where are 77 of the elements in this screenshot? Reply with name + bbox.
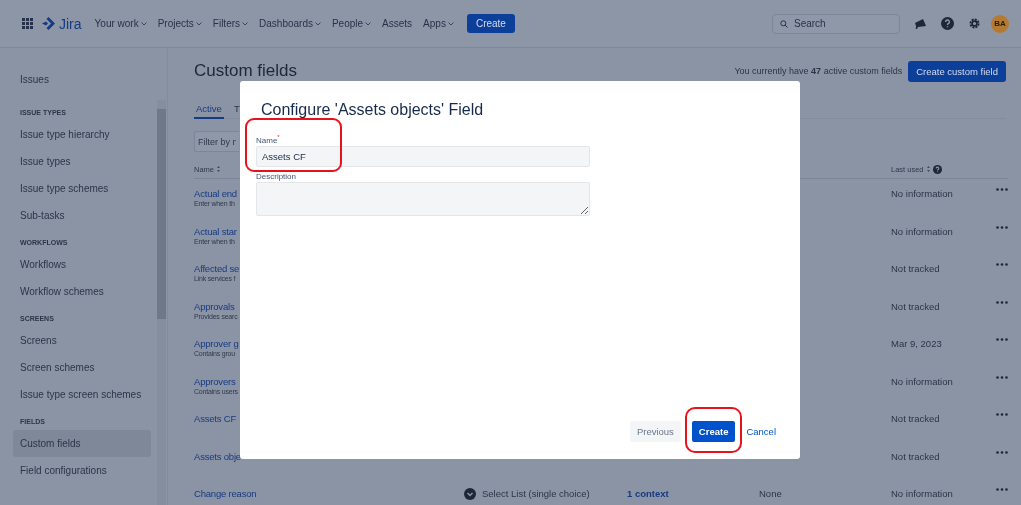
more-actions-icon[interactable]: [996, 375, 1008, 379]
field-name-link[interactable]: Approvals: [194, 300, 235, 312]
contexts-link[interactable]: 1 context: [627, 488, 669, 499]
last-used-cell: No information: [891, 488, 953, 499]
previous-button[interactable]: Previous: [629, 421, 681, 442]
sidebar-item[interactable]: Screen schemes: [13, 354, 151, 381]
sort-icon[interactable]: [926, 166, 930, 172]
last-used-cell: Not tracked: [891, 413, 940, 424]
last-used-cell: Not tracked: [891, 300, 940, 312]
field-name-link[interactable]: Approver g: [194, 338, 239, 349]
field-name-link[interactable]: Affected se: [194, 263, 240, 274]
search-field[interactable]: Search: [772, 13, 900, 34]
sidebar-item[interactable]: Issue type schemes: [13, 175, 151, 202]
field-label: Description: [256, 171, 297, 181]
more-actions-icon[interactable]: [996, 225, 1008, 229]
cancel-link[interactable]: Cancel: [746, 421, 776, 442]
create-custom-field-button[interactable]: Create custom field: [908, 60, 1006, 82]
sidebar-title: Issues: [19, 73, 50, 87]
search-icon: [780, 19, 788, 28]
field-type: Select List (single choice): [482, 488, 590, 499]
nav-menu[interactable]: People: [331, 18, 372, 29]
field-name-link[interactable]: Actual end: [194, 188, 237, 199]
last-used-cell: No information: [891, 225, 953, 237]
sidebar-item[interactable]: Custom fields: [13, 430, 151, 457]
more-actions-icon[interactable]: [996, 300, 1008, 304]
nav-menu[interactable]: Your work: [94, 18, 147, 29]
field-name-link[interactable]: Assets obje: [194, 450, 241, 462]
nav-menu[interactable]: Apps: [423, 18, 454, 29]
user-avatar[interactable]: BA: [991, 14, 1009, 33]
name-field[interactable]: Assets CF: [256, 145, 590, 167]
sidebar-item[interactable]: Field configurations: [13, 457, 151, 484]
last-used-cell: Mar 9, 2023: [891, 338, 942, 349]
nav-menu[interactable]: Assets: [382, 18, 413, 29]
help-icon[interactable]: [941, 17, 954, 30]
page-title: Custom fields: [194, 61, 298, 81]
description-field[interactable]: [256, 181, 590, 216]
sort-icon[interactable]: [217, 166, 220, 172]
sidebar-item[interactable]: Screens: [13, 327, 151, 354]
screens-cell: None: [759, 488, 782, 499]
scrollbar[interactable]: [157, 100, 166, 505]
sidebar-item[interactable]: Sub-tasks: [13, 202, 151, 229]
help-icon[interactable]: [932, 164, 942, 174]
tab[interactable]: Active: [194, 100, 224, 119]
field-name-link[interactable]: Assets CF: [194, 413, 236, 424]
chevron-circle-icon: [464, 488, 476, 500]
sidebar-item[interactable]: Workflows: [13, 251, 151, 278]
sidebar-item[interactable]: Issue type hierarchy: [13, 121, 151, 148]
last-used-cell: No information: [891, 188, 953, 199]
sidebar-item[interactable]: Workflow schemes: [13, 278, 151, 305]
field-name-link[interactable]: Actual star: [194, 225, 237, 237]
last-used-cell: Not tracked: [891, 450, 940, 462]
tab[interactable]: T: [231, 100, 242, 119]
more-actions-icon[interactable]: [996, 338, 1008, 341]
nav-menu[interactable]: Dashboards: [259, 18, 321, 29]
sidebar-item[interactable]: Issue types: [13, 148, 151, 175]
more-actions-icon[interactable]: [996, 413, 1008, 416]
settings-icon[interactable]: [968, 17, 981, 30]
sidebar-item[interactable]: Issue type screen schemes: [13, 381, 151, 408]
nav-menu[interactable]: Projects: [157, 18, 202, 29]
field-name-link[interactable]: Approvers: [194, 375, 236, 387]
dialog-title: Configure 'Assets objects' Field: [261, 101, 485, 119]
more-actions-icon[interactable]: [996, 263, 1008, 266]
more-actions-icon[interactable]: [996, 450, 1008, 454]
product-name[interactable]: Jira: [59, 15, 82, 32]
last-used-cell: Not tracked: [891, 263, 940, 274]
last-used-cell: No information: [891, 375, 953, 387]
more-actions-icon[interactable]: [996, 488, 1008, 491]
more-actions-icon[interactable]: [996, 188, 1008, 191]
app-switcher-icon[interactable]: [22, 18, 33, 29]
create-button[interactable]: Create: [466, 14, 515, 33]
field-label: Name$^{*}$: [256, 134, 281, 145]
create-button[interactable]: Create: [691, 421, 736, 442]
nav-menu[interactable]: Filters: [212, 18, 249, 29]
jira-logo-icon: [42, 17, 55, 30]
field-count-text: You currently have 47 active custom fields: [734, 66, 903, 76]
megaphone-icon[interactable]: [914, 17, 927, 30]
field-name-link[interactable]: Change reason: [194, 488, 257, 499]
